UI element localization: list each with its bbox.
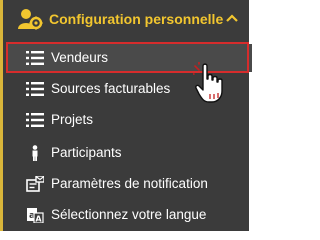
notification-settings-icon (26, 176, 44, 192)
menu-item-parametres-notification[interactable]: Paramètres de notification (6, 170, 252, 198)
chevron-up-icon[interactable] (225, 13, 239, 23)
menu-section-title: Configuration personnelle (49, 11, 224, 27)
menu-item-label: Paramètres de notification (51, 176, 208, 191)
menu-item-langue[interactable]: a A Sélectionnez votre langue (6, 201, 252, 229)
menu-item-label: Vendeurs (51, 50, 109, 65)
menu-section-header[interactable]: Configuration personnelle (6, 0, 252, 38)
hand-pointer-icon (193, 62, 223, 103)
menu-item-participants[interactable]: Participants (6, 139, 252, 167)
side-menu: Configuration personnelle Vendeurs Sourc… (0, 0, 252, 231)
menu-item-label: Sources facturables (51, 81, 171, 96)
menu-item-label: Projets (51, 112, 94, 127)
menu-item-label: Participants (51, 145, 122, 160)
menu-item-projets[interactable]: Projets (6, 106, 252, 134)
svg-text:A: A (35, 215, 42, 224)
list-icon (26, 113, 44, 127)
list-icon (26, 82, 44, 96)
user-settings-icon (18, 9, 43, 30)
person-icon (32, 145, 38, 161)
list-icon (26, 51, 44, 65)
language-icon: a A (27, 208, 44, 224)
menu-item-label: Sélectionnez votre langue (51, 207, 207, 222)
